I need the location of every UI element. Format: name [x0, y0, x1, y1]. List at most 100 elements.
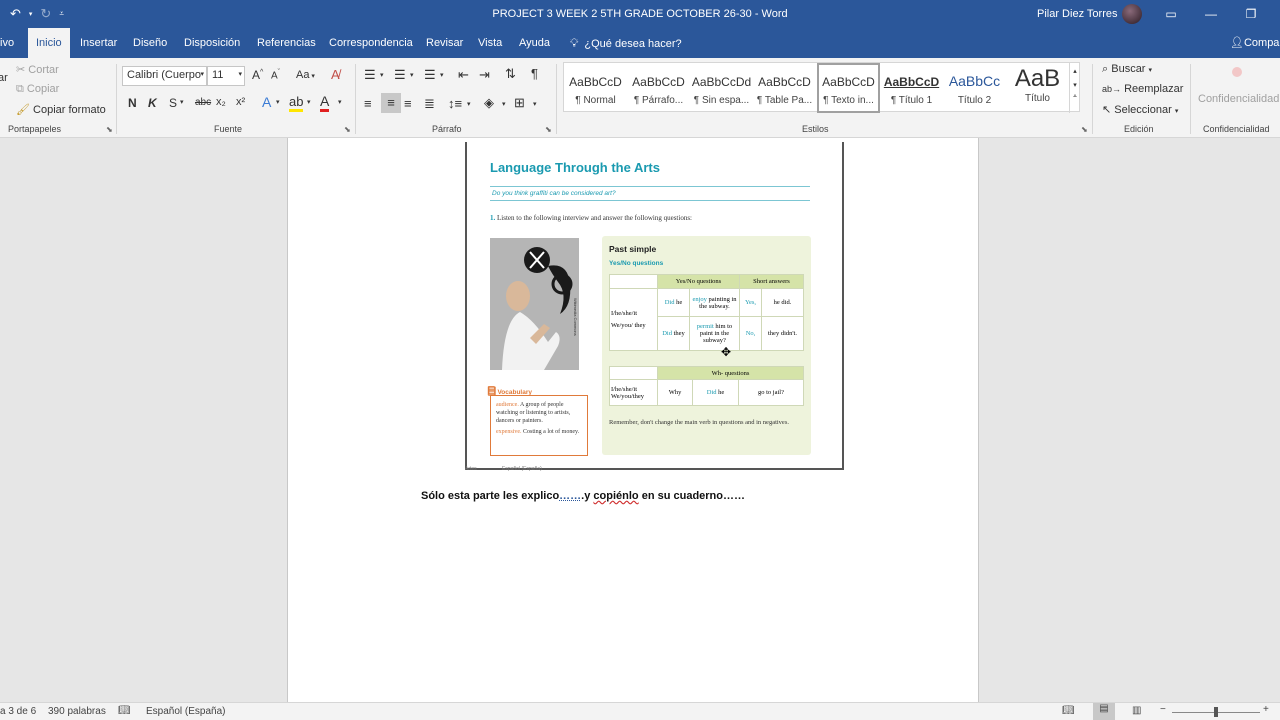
align-right-icon[interactable]: ≡	[404, 96, 412, 111]
center-icon[interactable]: ≡	[381, 93, 401, 113]
print-layout-icon[interactable]: ▤	[1093, 703, 1115, 720]
font-size-combo[interactable]: 11 ▾	[207, 66, 245, 86]
tell-me-search[interactable]: 💡︎ ¿Qué desea hacer?	[570, 28, 682, 58]
decrease-indent-icon[interactable]: ⇤	[458, 67, 469, 83]
copy-button[interactable]: ⧉ Copiar	[16, 83, 59, 96]
zoom-out-icon[interactable]: −	[1160, 704, 1166, 715]
tab-help[interactable]: Ayuda	[519, 28, 550, 58]
misspelled-word[interactable]: copiénlo	[593, 490, 638, 502]
font-name-combo[interactable]: Calibri (Cuerpo ▾	[122, 66, 207, 86]
chevron-down-icon[interactable]: ▾	[410, 71, 414, 79]
style-paragraph[interactable]: AaBbCcD ¶ Párrafo...	[627, 63, 690, 113]
cut-button[interactable]: ✂︎ Cortar	[16, 63, 59, 76]
ribbon-display-options-icon[interactable]: ▭	[1161, 4, 1181, 24]
chevron-down-icon[interactable]: ▾	[1070, 81, 1080, 89]
read-mode-icon[interactable]: 📖︎	[1062, 705, 1075, 716]
chevron-down-icon[interactable]: ▾	[440, 71, 444, 79]
find-button[interactable]: ⌕ Buscar ▾	[1102, 63, 1152, 76]
grow-font-icon[interactable]: A^	[252, 68, 263, 82]
strikethrough-button[interactable]: abc	[195, 97, 211, 108]
tab-layout[interactable]: Disposición	[184, 28, 240, 58]
font-launcher-icon[interactable]: ⬊	[344, 125, 351, 134]
page-count[interactable]: a 3 de 6	[0, 706, 36, 717]
style-table-paragraph[interactable]: AaBbCcD ¶ Table Pa...	[753, 63, 816, 113]
tab-home[interactable]: Inicio	[28, 28, 70, 58]
font-color-icon[interactable]: A	[320, 93, 330, 112]
chevron-down-icon[interactable]: ▾	[380, 71, 384, 79]
styles-scroll[interactable]: ▴ ▾ ⩡	[1069, 63, 1080, 113]
more-styles-icon[interactable]: ⩡	[1070, 93, 1080, 101]
style-body-text[interactable]: AaBbCcD ¶ Texto in...	[817, 63, 880, 113]
textbook-image[interactable]: Language Through the Arts Do you think g…	[465, 142, 844, 472]
chevron-down-icon[interactable]: ▾	[338, 98, 342, 106]
chevron-down-icon[interactable]: ▾	[467, 100, 471, 108]
justify-icon[interactable]: ≣	[424, 96, 435, 112]
paste-button-partial[interactable]: ar	[0, 72, 8, 84]
word-count[interactable]: 390 palabras	[48, 706, 106, 717]
tab-view[interactable]: Vista	[478, 28, 502, 58]
tab-file[interactable]: ivo	[0, 28, 14, 58]
sensitivity-icon[interactable]	[1232, 67, 1242, 77]
replace-button[interactable]: ab→ Reemplazar	[1102, 83, 1183, 95]
chevron-down-icon[interactable]: ▾	[533, 100, 537, 108]
zoom-in-icon[interactable]: +	[1263, 704, 1269, 715]
tab-insert[interactable]: Insertar	[80, 28, 117, 58]
document-page[interactable]: Language Through the Arts Do you think g…	[287, 138, 979, 702]
chevron-down-icon[interactable]: ▾	[180, 98, 184, 106]
share-button[interactable]: 👤︎Compar	[1230, 28, 1280, 58]
select-button[interactable]: ↖ Seleccionar ▾	[1102, 103, 1178, 116]
subscript-button[interactable]: x₂	[216, 96, 226, 108]
multilevel-list-icon[interactable]: ☰	[424, 67, 436, 83]
language-indicator[interactable]: Español (España)	[146, 706, 226, 717]
paragraph-launcher-icon[interactable]: ⬊	[545, 125, 552, 134]
numbering-icon[interactable]: ☰	[394, 67, 406, 83]
chevron-down-icon[interactable]: ▾	[502, 100, 506, 108]
change-case-button[interactable]: Aa ▾	[296, 69, 315, 81]
style-no-spacing[interactable]: AaBbCcDd ¶ Sin espa...	[690, 63, 753, 113]
tab-references[interactable]: Referencias	[257, 28, 316, 58]
bold-button[interactable]: N	[128, 96, 137, 110]
avatar[interactable]	[1122, 4, 1142, 24]
show-formatting-marks-icon[interactable]: ¶	[531, 66, 538, 81]
minimize-icon[interactable]: —	[1201, 4, 1221, 24]
line-spacing-icon[interactable]: ↕≡	[448, 96, 462, 111]
web-layout-icon[interactable]: ▥	[1132, 705, 1141, 716]
underline-button[interactable]: S	[169, 96, 177, 110]
chevron-down-icon[interactable]: ▾	[276, 98, 280, 106]
tab-review[interactable]: Revisar	[426, 28, 463, 58]
style-heading-1[interactable]: AaBbCcD ¶ Título 1	[880, 63, 943, 113]
align-left-icon[interactable]: ≡	[364, 96, 372, 111]
chevron-up-icon[interactable]: ▴	[1070, 67, 1080, 75]
instruction-dots: ……	[559, 490, 582, 502]
highlight-color-icon[interactable]: ab	[289, 94, 304, 112]
increase-indent-icon[interactable]: ⇥	[479, 67, 490, 83]
superscript-button[interactable]: x²	[236, 96, 245, 108]
tab-mailings[interactable]: Correspondencia	[329, 28, 413, 58]
instruction-text[interactable]: Sólo esta parte les explico…….y copiénlo…	[421, 490, 745, 502]
style-normal[interactable]: AaBbCcD ¶ Normal	[564, 63, 627, 113]
pronoun: he	[718, 389, 725, 396]
sort-icon[interactable]: ⇅	[505, 66, 516, 82]
shading-icon[interactable]: ◈	[484, 95, 494, 111]
format-painter-button[interactable]: 🖌︎ Copiar formato	[16, 103, 106, 116]
pronoun: he	[676, 299, 683, 306]
chevron-down-icon[interactable]: ▾	[307, 98, 311, 106]
style-heading-2[interactable]: AaBbCc Título 2	[943, 63, 1006, 113]
lightbulb-icon: 💡︎	[570, 36, 579, 50]
sensitivity-button[interactable]: Confidencialidad	[1198, 93, 1279, 105]
restore-icon[interactable]: ❐	[1241, 4, 1261, 24]
shrink-font-icon[interactable]: Aˇ	[271, 69, 280, 81]
pronoun: they	[673, 330, 685, 337]
zoom-slider-thumb[interactable]	[1214, 707, 1218, 717]
text-effects-icon[interactable]: A	[262, 94, 271, 110]
user-name[interactable]: Pilar Diez Torres	[1037, 8, 1118, 20]
clipboard-launcher-icon[interactable]: ⬊	[106, 125, 113, 134]
borders-icon[interactable]: ⊞	[514, 95, 525, 111]
styles-launcher-icon[interactable]: ⬊	[1081, 125, 1088, 134]
tab-design[interactable]: Diseño	[133, 28, 167, 58]
proofing-icon[interactable]: 📖︎	[118, 705, 131, 716]
italic-button[interactable]: K	[148, 96, 157, 110]
clear-formatting-icon[interactable]: A̸	[331, 67, 340, 82]
style-title[interactable]: AaB Título	[1006, 63, 1069, 113]
bullets-icon[interactable]: ☰	[364, 67, 376, 83]
